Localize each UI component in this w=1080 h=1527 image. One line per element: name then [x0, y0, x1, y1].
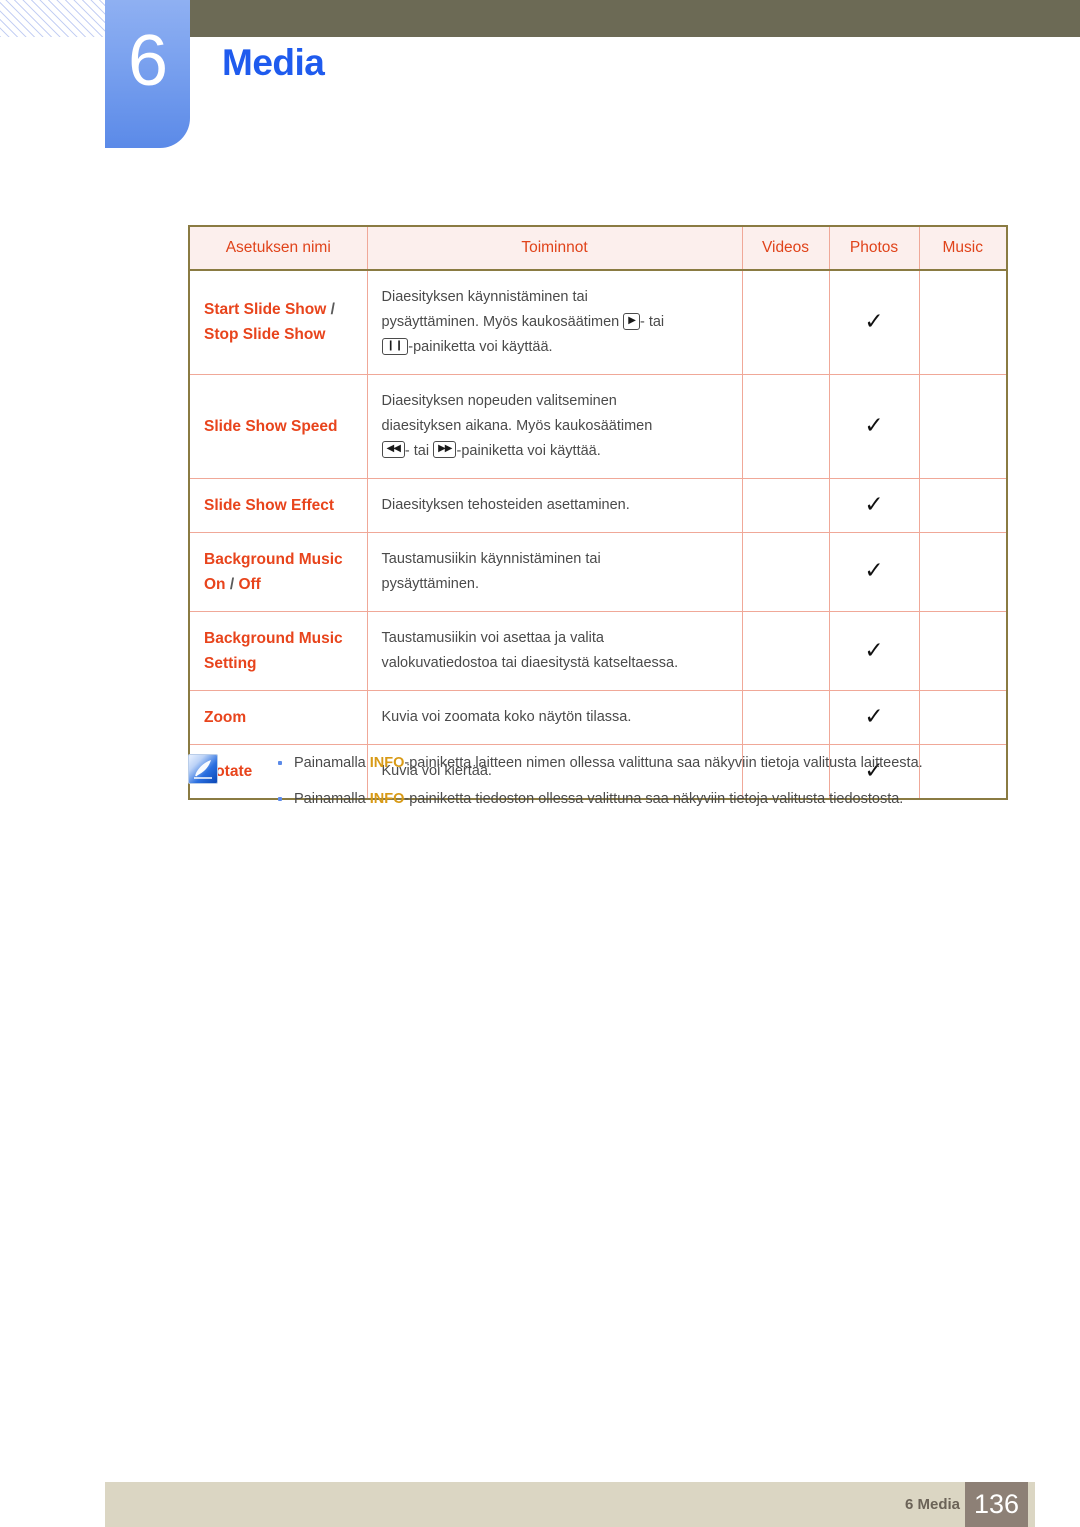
column-header-setting-name: Asetuksen nimi [188, 225, 368, 271]
function-line: valokuvatiedostoa tai diaesitystä katsel… [381, 655, 679, 672]
cell-music-support [918, 373, 1008, 479]
cell-photos-support: ✓ [828, 373, 920, 479]
cell-videos-support [741, 690, 830, 746]
table-row: Zoom Kuvia voi zoomata koko näytön tilass… [188, 690, 1008, 746]
name-separator: / [326, 301, 335, 319]
table-body: Start Slide Show / Stop Slide Show Diaesi… [188, 269, 1008, 801]
checkmark-icon: ✓ [864, 637, 884, 664]
function-line: ❙❙ -painiketta voi käyttää. [381, 335, 732, 360]
cell-setting-name: Background Music On / Off [188, 531, 368, 612]
checkmark-icon: ✓ [864, 412, 884, 439]
note-item: Painamalla INFO-painiketta laitteen nime… [276, 752, 923, 774]
rew-key-icon: ◀◀ [381, 441, 405, 459]
note-quill-icon [188, 754, 218, 784]
cell-setting-name: Background Music Setting [188, 610, 368, 692]
footer-bar [105, 1482, 1035, 1527]
checkmark-icon: ✓ [864, 491, 884, 518]
cell-setting-name: Start Slide Show / Stop Slide Show [188, 269, 368, 375]
cell-function-description: Diaesityksen nopeuden valitseminen diaesi… [366, 373, 743, 479]
cell-setting-name: Slide Show Speed [188, 373, 368, 479]
function-line: Diaesityksen nopeuden valitseminen [381, 392, 617, 409]
cell-music-support [918, 269, 1008, 375]
media-settings-table: Asetuksen nimi Toiminnot Videos Photos M… [188, 225, 1008, 801]
cell-photos-support: ✓ [828, 477, 920, 533]
cell-music-support [918, 690, 1008, 746]
cell-music-support [918, 531, 1008, 612]
chapter-badge: 6 [105, 0, 190, 148]
setting-name-text: Background Music Setting [204, 629, 343, 673]
function-line: pysäyttäminen. Myös kaukosäätimen ▶ - tai [381, 312, 665, 330]
info-keyword: INFO [369, 791, 405, 808]
cell-music-support [918, 477, 1008, 533]
page-title: Media [222, 42, 325, 83]
footer-chapter-label: 6 Media [904, 1496, 960, 1513]
cell-photos-support: ✓ [828, 610, 920, 692]
play-key-icon: ▶ [623, 312, 640, 330]
cell-videos-support [741, 531, 830, 612]
info-keyword: INFO [369, 755, 405, 771]
function-line: Taustamusiikin käynnistäminen tai [381, 550, 601, 567]
cell-videos-support [741, 269, 830, 375]
function-line: Diaesityksen tehosteiden asettaminen. [381, 496, 630, 513]
cell-function-description: Taustamusiikin voi asettaa ja valita valo… [366, 610, 743, 692]
note-item: Painamalla INFO-painiketta tiedoston oll… [276, 788, 923, 810]
function-line: Diaesityksen käynnistäminen tai [381, 289, 588, 305]
cell-function-description: Diaesityksen käynnistäminen tai pysäyttäm… [366, 269, 743, 375]
function-line: Kuvia voi zoomata koko näytön tilassa. [381, 709, 632, 726]
table-row: Background Music On / Off Taustamusiikin … [188, 531, 1008, 612]
cell-setting-name: Zoom [188, 690, 368, 746]
checkmark-icon: ✓ [864, 308, 884, 335]
cell-videos-support [741, 373, 830, 479]
cell-videos-support [741, 477, 830, 533]
name-separator: / [225, 575, 239, 593]
function-line: diaesityksen aikana. Myös kaukosäätimen [381, 417, 653, 434]
note-list: Painamalla INFO-painiketta laitteen nime… [276, 752, 923, 825]
checkmark-icon: ✓ [864, 558, 884, 585]
table-header-row: Asetuksen nimi Toiminnot Videos Photos M… [188, 225, 1008, 271]
setting-name-text: Zoom [204, 709, 247, 727]
ff-key-icon: ▶▶ [433, 441, 457, 459]
setting-name-text: Start Slide Show [204, 301, 327, 319]
cell-music-support [918, 610, 1008, 692]
table-header: Asetuksen nimi Toiminnot Videos Photos M… [188, 225, 1008, 271]
table-row: Start Slide Show / Stop Slide Show Diaesi… [188, 269, 1008, 375]
function-line: pysäyttäminen. [381, 575, 480, 592]
header-olive-bar [190, 0, 1080, 37]
column-header-videos: Videos [741, 225, 830, 271]
cell-function-description: Taustamusiikin käynnistäminen tai pysäytt… [366, 531, 743, 612]
table-row: Slide Show Speed Diaesityksen nopeuden va… [188, 373, 1008, 479]
setting-name-text: Stop Slide Show [204, 326, 326, 344]
column-header-photos: Photos [828, 225, 920, 271]
pause-key-icon: ❙❙ [381, 337, 409, 355]
table-row: Slide Show Effect Diaesityksen tehosteide… [188, 477, 1008, 533]
cell-function-description: Diaesityksen tehosteiden asettaminen. [366, 477, 743, 533]
setting-name-text: Slide Show Effect [204, 496, 335, 514]
decorative-hatch-pattern [0, 0, 105, 37]
table-row: Background Music Setting Taustamusiikin v… [188, 610, 1008, 692]
cell-setting-name: Slide Show Effect [188, 477, 368, 533]
column-header-functions: Toiminnot [366, 225, 743, 271]
cell-photos-support: ✓ [828, 531, 920, 612]
checkmark-icon: ✓ [864, 704, 884, 731]
cell-function-description: Kuvia voi zoomata koko näytön tilassa. [366, 690, 743, 746]
setting-name-text: Off [238, 575, 261, 593]
function-line: ◀◀ - tai ▶▶ -painiketta voi käyttää. [381, 439, 732, 464]
cell-photos-support: ✓ [828, 690, 920, 746]
notes-section: Painamalla INFO-painiketta laitteen nime… [188, 752, 1004, 825]
function-line: Taustamusiikin voi asettaa ja valita [381, 630, 604, 647]
column-header-music: Music [918, 225, 1008, 271]
setting-name-text: Slide Show Speed [204, 417, 338, 435]
cell-photos-support: ✓ [828, 269, 920, 375]
page-number-badge: 136 [965, 1482, 1028, 1527]
chapter-number: 6 [127, 21, 168, 101]
cell-videos-support [741, 610, 830, 692]
